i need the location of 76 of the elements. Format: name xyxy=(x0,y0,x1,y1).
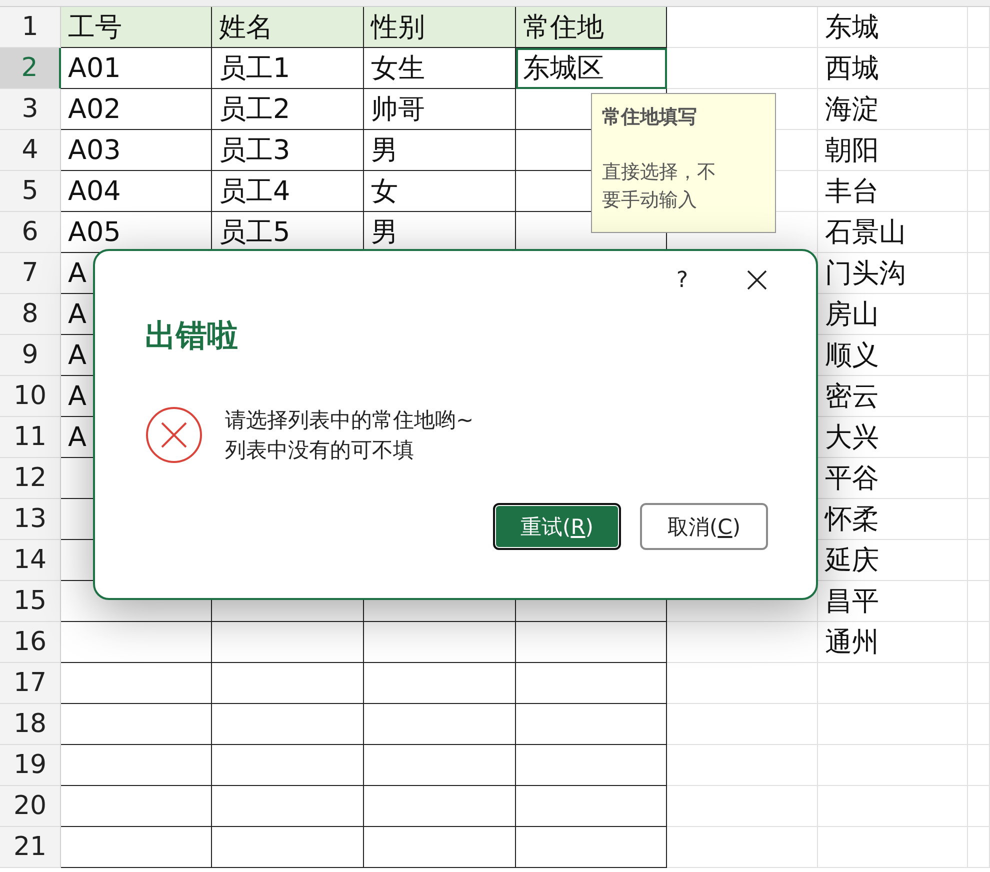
table-cell xyxy=(968,499,990,540)
row-header[interactable]: 18 xyxy=(0,704,61,745)
row-header[interactable]: 13 xyxy=(0,499,61,540)
row-header[interactable]: 1 xyxy=(0,7,61,48)
row-header[interactable]: 2 xyxy=(0,48,61,89)
table-cell: 东城 xyxy=(818,7,968,48)
table-cell: 女生 xyxy=(364,48,516,89)
table-cell xyxy=(968,48,990,89)
table-cell xyxy=(968,745,990,786)
table-cell xyxy=(968,89,990,130)
row-header[interactable]: 14 xyxy=(0,540,61,581)
table-cell: 西城 xyxy=(818,48,968,89)
table-cell: 性别 xyxy=(364,7,516,48)
table-cell xyxy=(968,417,990,458)
table-cell: 员工2 xyxy=(212,89,364,130)
table-cell xyxy=(968,335,990,376)
row-header[interactable]: 16 xyxy=(0,622,61,663)
table-cell xyxy=(968,7,990,48)
row-header[interactable]: 11 xyxy=(0,417,61,458)
row-header[interactable]: 21 xyxy=(0,827,61,868)
error-message: 请选择列表中的常住地哟~ xyxy=(225,407,474,434)
row-header[interactable]: 20 xyxy=(0,786,61,827)
table-cell: 海淀 xyxy=(818,89,968,130)
table-cell xyxy=(968,581,990,622)
table-cell: 通州 xyxy=(818,622,968,663)
table-cell xyxy=(968,458,990,499)
table-cell: 工号 xyxy=(61,7,212,48)
table-cell xyxy=(968,786,990,827)
table-cell xyxy=(968,253,990,294)
table-cell xyxy=(968,212,990,253)
tooltip-title: 常住地填写 xyxy=(602,105,698,130)
row-header[interactable]: 15 xyxy=(0,581,61,622)
row-header[interactable]: 5 xyxy=(0,171,61,212)
table-cell: 女 xyxy=(364,171,516,212)
table-cell: 男 xyxy=(364,130,516,171)
table-cell xyxy=(968,827,990,868)
table-cell xyxy=(968,130,990,171)
table-cell: 姓名 xyxy=(212,7,364,48)
help-button[interactable]: ? xyxy=(676,265,688,295)
row-header[interactable]: 9 xyxy=(0,335,61,376)
table-cell: 帅哥 xyxy=(364,89,516,130)
table-cell: 丰台 xyxy=(818,171,968,212)
error-icon xyxy=(145,406,203,464)
row-header[interactable]: 8 xyxy=(0,294,61,335)
table-cell xyxy=(968,663,990,704)
table-cell: 员工4 xyxy=(212,171,364,212)
table-cell xyxy=(968,704,990,745)
table-cell: 石景山 xyxy=(818,212,968,253)
dialog-button[interactable]: 取消(C) xyxy=(640,503,768,550)
table-cell xyxy=(968,540,990,581)
table-cell xyxy=(968,294,990,335)
table-cell: A01 xyxy=(61,48,212,89)
table-cell: A03 xyxy=(61,130,212,171)
table-cell xyxy=(968,622,990,663)
row-header[interactable]: 6 xyxy=(0,212,61,253)
row-header[interactable]: 12 xyxy=(0,458,61,499)
row-header[interactable]: 3 xyxy=(0,89,61,130)
table-cell: 东城区 xyxy=(516,48,667,89)
table-cell: 朝阳 xyxy=(818,130,968,171)
table-cell: A04 xyxy=(61,171,212,212)
row-header[interactable]: 17 xyxy=(0,663,61,704)
close-icon xyxy=(746,269,768,291)
table-cell: 员工1 xyxy=(212,48,364,89)
row-header[interactable]: 7 xyxy=(0,253,61,294)
tooltip-message: 直接选择，不要手动输入 xyxy=(602,160,717,213)
row-header[interactable]: 19 xyxy=(0,745,61,786)
table-cell: A02 xyxy=(61,89,212,130)
table-cell: 常住地 xyxy=(516,7,667,48)
row-header[interactable]: 10 xyxy=(0,376,61,417)
row-header[interactable]: 4 xyxy=(0,130,61,171)
error-message: 列表中没有的可不填 xyxy=(225,437,415,464)
table-cell xyxy=(968,376,990,417)
dialog-button[interactable]: 重试(R) xyxy=(493,503,621,550)
table-cell: 昌平 xyxy=(818,581,968,622)
table-cell: 员工3 xyxy=(212,130,364,171)
table-cell xyxy=(968,171,990,212)
